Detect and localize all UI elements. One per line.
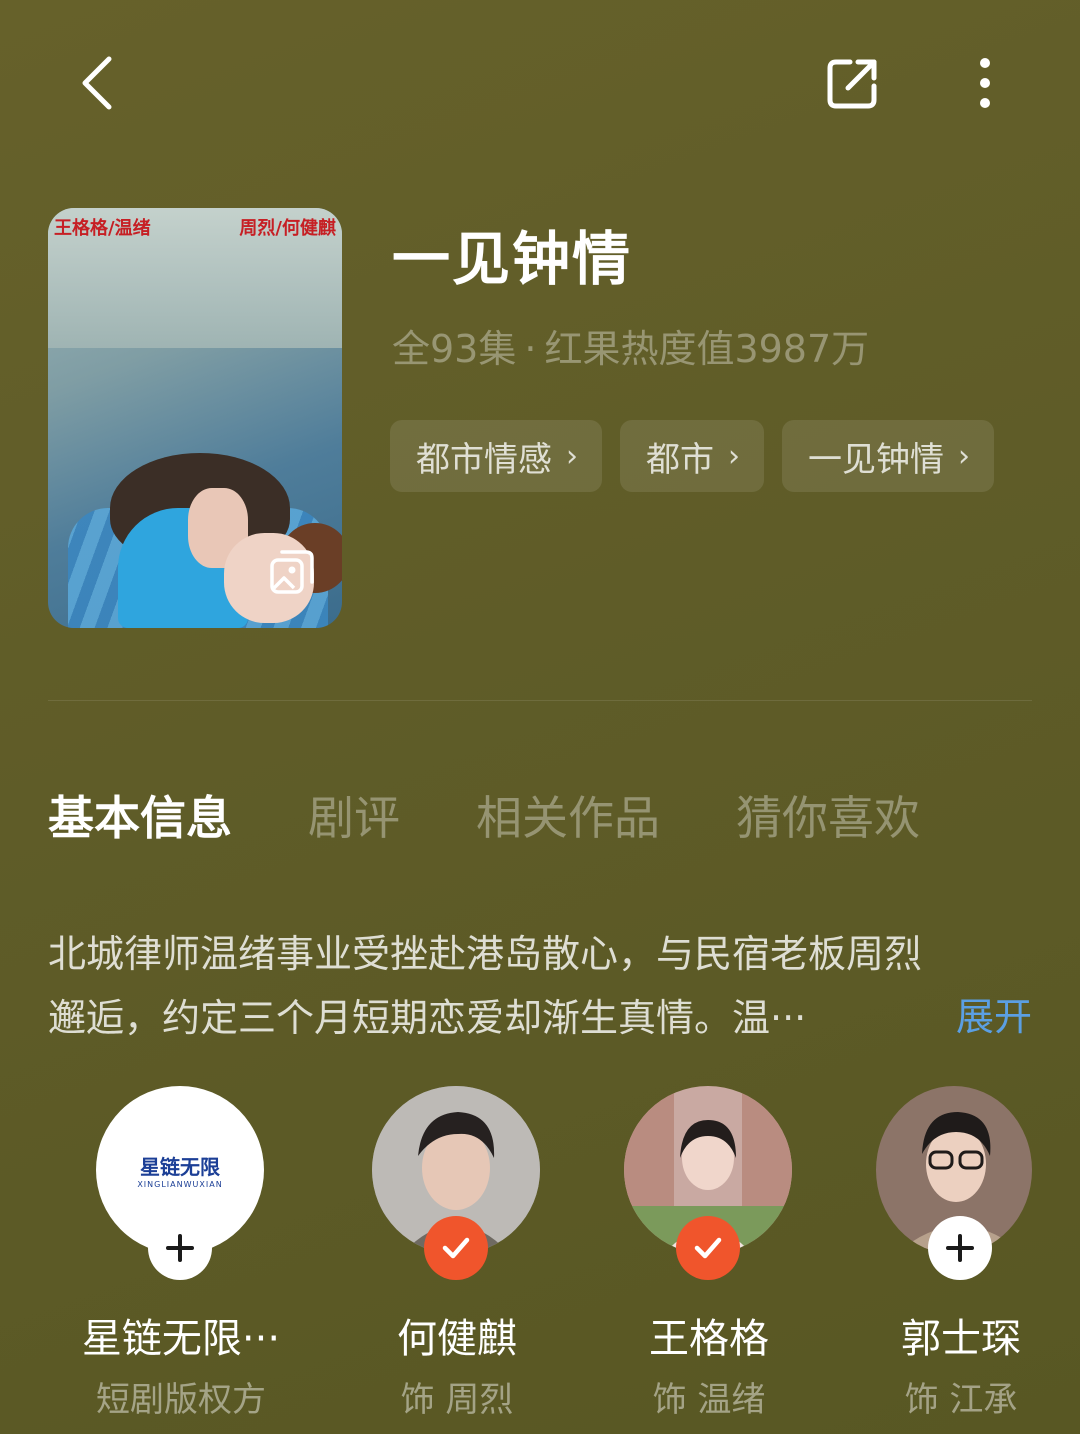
chevron-left-icon — [82, 56, 112, 110]
cast-role: 短剧版权方 — [96, 1380, 266, 1420]
share-button[interactable] — [818, 48, 888, 118]
company-logo-sub: XINGLIANWUXIAN — [137, 1180, 223, 1189]
drama-poster[interactable]: 王格格/温绪 周烈/何健麒 — [48, 208, 342, 628]
heat-value: 红果热度值3987万 — [544, 327, 870, 371]
chevron-right-icon: › — [958, 438, 970, 474]
chevron-right-icon: › — [728, 438, 740, 474]
synopsis: 北城律师温绪事业受挫赴港岛散心，与民宿老板周烈 邂逅，约定三个月短期恋爱却渐生真… — [48, 922, 1032, 1050]
more-vertical-icon — [980, 58, 990, 108]
synopsis-line: 北城律师温绪事业受挫赴港岛散心，与民宿老板周烈 — [48, 932, 923, 976]
tab-related-works[interactable]: 相关作品 — [476, 782, 660, 848]
cast-role: 饰 周烈 — [400, 1380, 514, 1420]
gallery-icon[interactable] — [268, 548, 316, 596]
tag-label: 都市情感 — [416, 439, 552, 480]
share-icon — [827, 59, 877, 109]
tab-bar: 基本信息 剧评 相关作品 猜你喜欢 — [48, 782, 996, 848]
poster-cast-right: 周烈/何健麒 — [239, 218, 336, 239]
divider — [48, 700, 1032, 701]
episode-count: 全93集 — [392, 327, 517, 371]
back-button[interactable] — [62, 48, 132, 118]
top-bar — [0, 0, 1080, 170]
poster-cast-left: 王格格/温绪 — [54, 218, 151, 239]
cast-name: 何健麒 — [397, 1316, 517, 1362]
plus-icon — [166, 1234, 194, 1262]
company-logo: 星链无限 — [140, 1155, 220, 1179]
tag-label: 都市 — [646, 439, 714, 480]
cast-role: 饰 江承 — [904, 1380, 1018, 1420]
follow-button[interactable] — [928, 1216, 992, 1280]
cast-item[interactable]: 郭士琛 饰 江承 — [876, 1086, 1046, 1434]
cast-name: 郭士琛 — [901, 1316, 1021, 1362]
followed-badge[interactable] — [424, 1216, 488, 1280]
plus-icon — [946, 1234, 974, 1262]
check-icon — [442, 1237, 470, 1259]
tab-basic-info[interactable]: 基本信息 — [48, 782, 232, 848]
tab-recommendations[interactable]: 猜你喜欢 — [736, 782, 920, 848]
synopsis-line: 邂逅，约定三个月短期恋爱却渐生真情。温··· — [48, 996, 807, 1040]
drama-title: 一见钟情 — [392, 225, 633, 293]
meta-separator: · — [524, 327, 537, 371]
tag-chip[interactable]: 一见钟情 › — [782, 420, 994, 492]
check-icon — [694, 1237, 722, 1259]
chevron-right-icon: › — [566, 438, 578, 474]
more-button[interactable] — [950, 48, 1020, 118]
cast-item[interactable]: 何健麒 饰 周烈 — [372, 1086, 542, 1434]
cast-name: 王格格 — [649, 1316, 769, 1362]
follow-button[interactable] — [148, 1216, 212, 1280]
tag-chip[interactable]: 都市情感 › — [390, 420, 602, 492]
tab-reviews[interactable]: 剧评 — [308, 782, 400, 848]
cast-role: 饰 温绪 — [652, 1380, 766, 1420]
followed-badge[interactable] — [676, 1216, 740, 1280]
cast-list: 星链无限 XINGLIANWUXIAN 星链无限··· 短剧版权方 何健麒 饰 — [48, 1086, 1032, 1434]
expand-link[interactable]: 展开 — [956, 986, 1032, 1041]
tag-chip[interactable]: 都市 › — [620, 420, 764, 492]
cast-item[interactable]: 星链无限 XINGLIANWUXIAN 星链无限··· 短剧版权方 — [82, 1086, 280, 1434]
cast-item[interactable]: 王格格 饰 温绪 — [624, 1086, 794, 1434]
cast-name: 星链无限··· — [81, 1316, 281, 1362]
drama-meta: 全93集 · 红果热度值3987万 — [392, 318, 869, 373]
tag-list: 都市情感 › 都市 › 一见钟情 › — [390, 420, 994, 492]
tag-label: 一见钟情 — [808, 439, 944, 480]
